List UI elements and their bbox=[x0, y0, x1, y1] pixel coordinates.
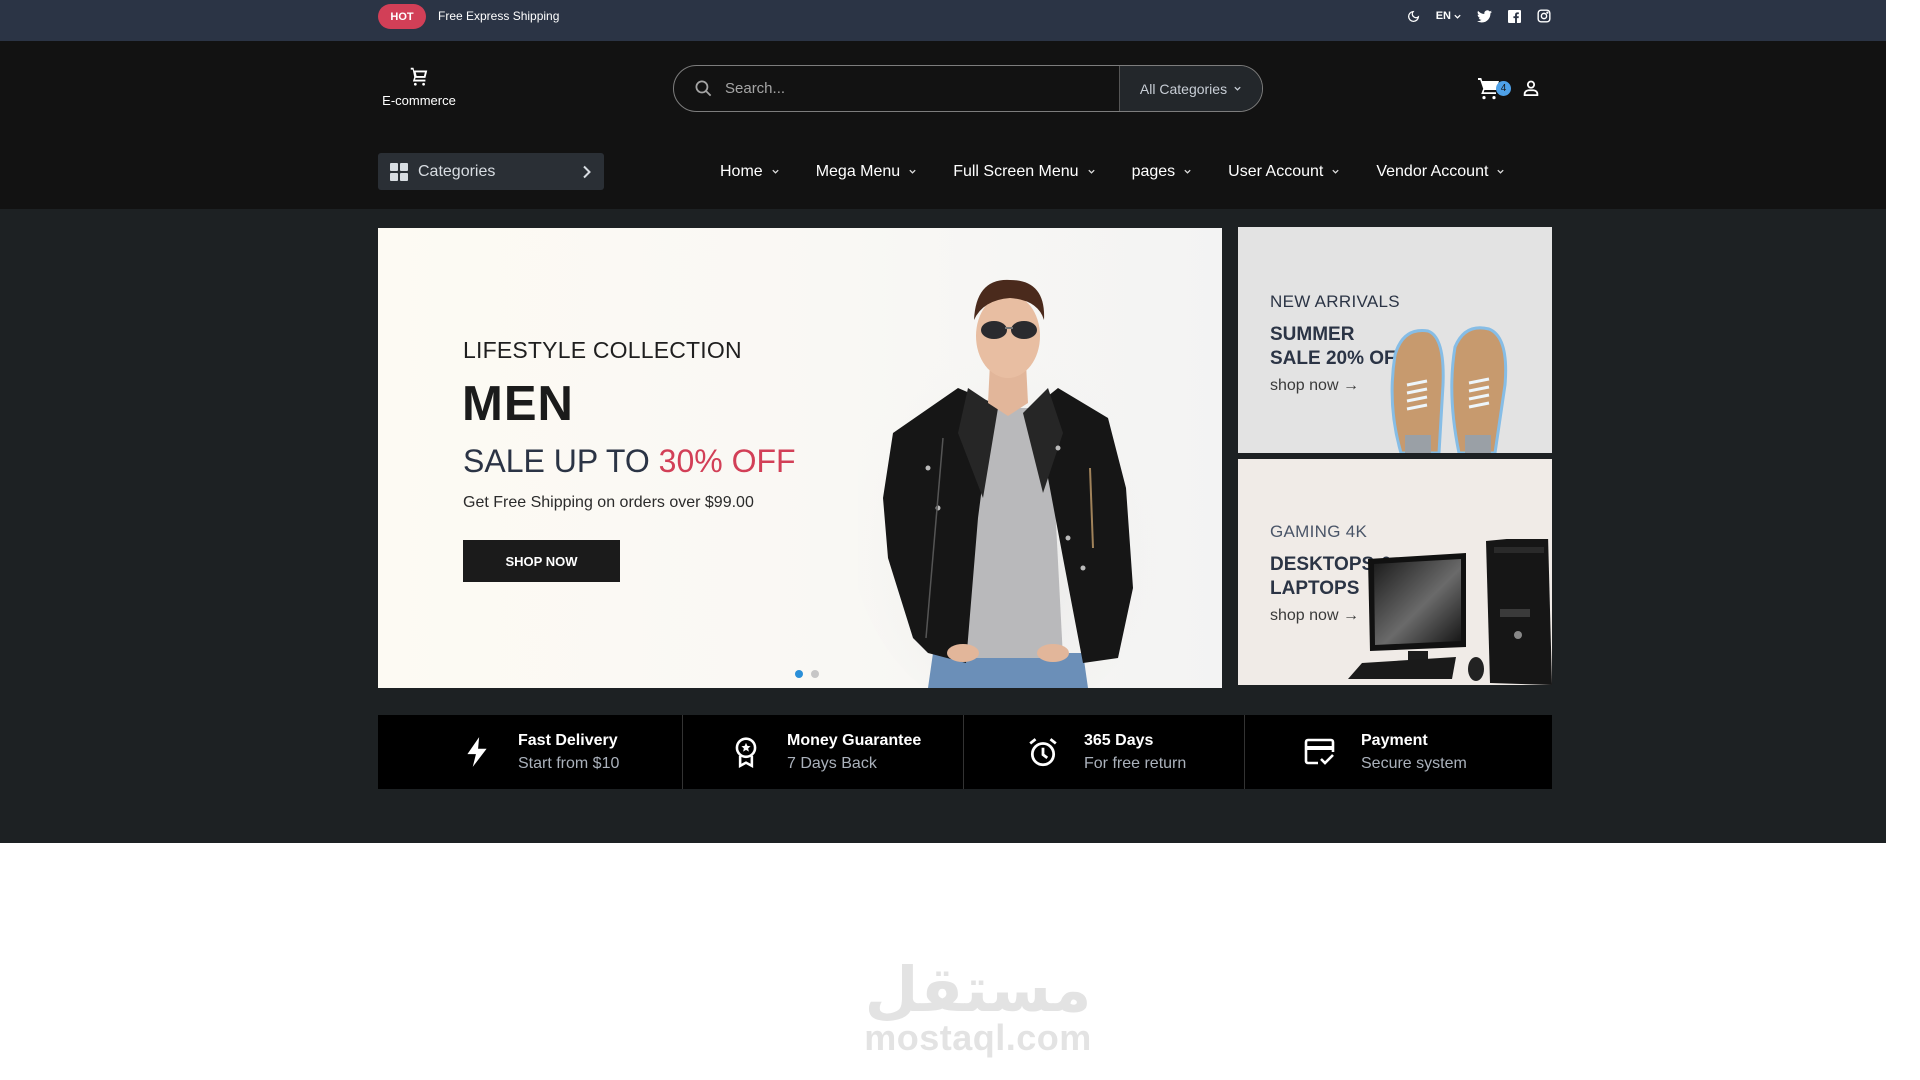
facebook-icon[interactable] bbox=[1506, 8, 1522, 24]
nav-item-vendor-account[interactable]: Vendor Account bbox=[1376, 163, 1505, 181]
hero-sale-text: SALE UP TO 30% OFF bbox=[463, 443, 796, 480]
feature-subtitle: Start from $10 bbox=[518, 754, 620, 772]
moon-icon[interactable] bbox=[1406, 8, 1422, 24]
nav-label: Vendor Account bbox=[1376, 162, 1489, 180]
side-banner-gaming[interactable]: GAMING 4K DESKTOPS & LAPTOPS shop now → bbox=[1238, 459, 1552, 685]
feature-title: Money Guarantee bbox=[787, 731, 922, 749]
language-selector[interactable]: EN bbox=[1436, 10, 1462, 22]
nav-item-full-screen-menu[interactable]: Full Screen Menu bbox=[953, 163, 1095, 181]
feature-item: Money Guarantee 7 Days Back bbox=[683, 715, 964, 789]
grid-icon bbox=[390, 162, 408, 181]
chevron-down-icon bbox=[1454, 14, 1461, 19]
nav-label: Home bbox=[720, 162, 763, 180]
main-nav: Home Mega Menu Full Screen Menu pages Us… bbox=[720, 153, 1505, 190]
shop-now-button[interactable]: SHOP NOW bbox=[463, 540, 620, 582]
credit-card-check-icon bbox=[1303, 735, 1337, 769]
mostaql-watermark: مستقل mostaql.com bbox=[858, 953, 1098, 1058]
desktop-computer-image bbox=[1348, 539, 1552, 685]
nav-item-pages[interactable]: pages bbox=[1132, 163, 1193, 181]
nav-label: pages bbox=[1131, 162, 1176, 180]
feature-subtitle: For free return bbox=[1084, 754, 1187, 772]
nav-label: User Account bbox=[1228, 162, 1324, 180]
twitter-icon[interactable] bbox=[1476, 8, 1492, 24]
hero-model-image bbox=[858, 279, 1158, 688]
top-bar: HOT Free Express Shipping EN bbox=[0, 0, 1886, 41]
category-select-label: All Categories bbox=[1139, 80, 1228, 97]
chevron-down-icon bbox=[772, 169, 779, 174]
carousel-dot-1[interactable] bbox=[795, 670, 803, 678]
hero-sale-prefix: SALE UP TO bbox=[463, 443, 659, 479]
logo-text: E-commerce bbox=[382, 93, 456, 108]
header-actions: 4 bbox=[1476, 76, 1540, 100]
chevron-down-icon bbox=[909, 169, 916, 174]
instagram-icon[interactable] bbox=[1536, 8, 1552, 24]
hero-banner: LIFESTYLE COLLECTION MEN SALE UP TO 30% … bbox=[378, 228, 1222, 688]
cart-button[interactable]: 4 bbox=[1476, 76, 1511, 100]
feature-item: Fast Delivery Start from $10 bbox=[378, 715, 683, 789]
user-account-button[interactable] bbox=[1522, 79, 1540, 97]
feature-subtitle: 7 Days Back bbox=[787, 754, 877, 772]
chevron-right-icon bbox=[583, 165, 591, 178]
hero-sale-highlight: 30% OFF bbox=[658, 443, 796, 479]
feature-title: Fast Delivery bbox=[518, 731, 618, 749]
banner-kicker: NEW ARRIVALS bbox=[1270, 292, 1400, 311]
feature-subtitle: Secure system bbox=[1361, 754, 1467, 772]
search-bar: All Categories bbox=[673, 65, 1263, 112]
chevron-down-icon bbox=[1497, 169, 1505, 174]
carousel-dots bbox=[795, 670, 819, 678]
nav-item-mega-menu[interactable]: Mega Menu bbox=[816, 163, 918, 181]
search-icon bbox=[695, 80, 712, 97]
language-label: EN bbox=[1435, 10, 1451, 22]
nav-item-user-account[interactable]: User Account bbox=[1228, 163, 1340, 181]
shop-now-link[interactable]: shop now → bbox=[1270, 377, 1359, 395]
page: HOT Free Express Shipping EN E-commerce … bbox=[0, 0, 1920, 1080]
alarm-clock-icon bbox=[1026, 735, 1060, 769]
chevron-down-icon bbox=[1234, 86, 1241, 91]
feature-title: Payment bbox=[1361, 731, 1428, 749]
cart-count-badge: 4 bbox=[1496, 81, 1511, 96]
lightning-icon bbox=[460, 735, 494, 769]
chevron-down-icon bbox=[1332, 169, 1339, 174]
hero-description: Get Free Shipping on orders over $99.00 bbox=[463, 494, 754, 511]
carousel-dot-2[interactable] bbox=[811, 670, 819, 678]
logo[interactable]: E-commerce bbox=[378, 65, 460, 108]
shop-now-link[interactable]: shop now → bbox=[1270, 607, 1359, 625]
header: E-commerce All Categories 4 Categorie bbox=[0, 41, 1886, 209]
hot-badge: HOT bbox=[378, 4, 426, 29]
hero-title: MEN bbox=[462, 377, 574, 431]
nav-label: Mega Menu bbox=[815, 162, 901, 180]
side-banner-new-arrivals[interactable]: NEW ARRIVALS SUMMER SALE 20% OFF shop no… bbox=[1238, 227, 1552, 453]
watermark-latin: mostaql.com bbox=[864, 1017, 1092, 1058]
promo-text: Free Express Shipping bbox=[438, 9, 560, 23]
categories-label: Categories bbox=[418, 162, 496, 180]
nav-label: Full Screen Menu bbox=[953, 162, 1079, 180]
chevron-down-icon bbox=[1184, 169, 1191, 174]
feature-item: Payment Secure system bbox=[1245, 715, 1552, 789]
award-badge-icon bbox=[729, 735, 763, 769]
cart-logo-icon bbox=[410, 67, 428, 86]
nav-item-home[interactable]: Home bbox=[720, 163, 780, 181]
feature-item: 365 Days For free return bbox=[964, 715, 1245, 789]
feature-title: 365 Days bbox=[1084, 731, 1154, 749]
sneakers-image bbox=[1390, 326, 1508, 453]
search-input[interactable] bbox=[725, 80, 1105, 97]
categories-button[interactable]: Categories bbox=[378, 153, 604, 190]
topbar-actions: EN bbox=[1406, 8, 1552, 24]
watermark-arabic: مستقل bbox=[864, 953, 1092, 1026]
chevron-down-icon bbox=[1087, 169, 1095, 174]
features-bar: Fast Delivery Start from $10 Money Guaran… bbox=[378, 715, 1552, 789]
category-select[interactable]: All Categories bbox=[1119, 66, 1262, 111]
user-icon bbox=[1523, 80, 1539, 97]
hero-subtitle: LIFESTYLE COLLECTION bbox=[463, 337, 742, 363]
